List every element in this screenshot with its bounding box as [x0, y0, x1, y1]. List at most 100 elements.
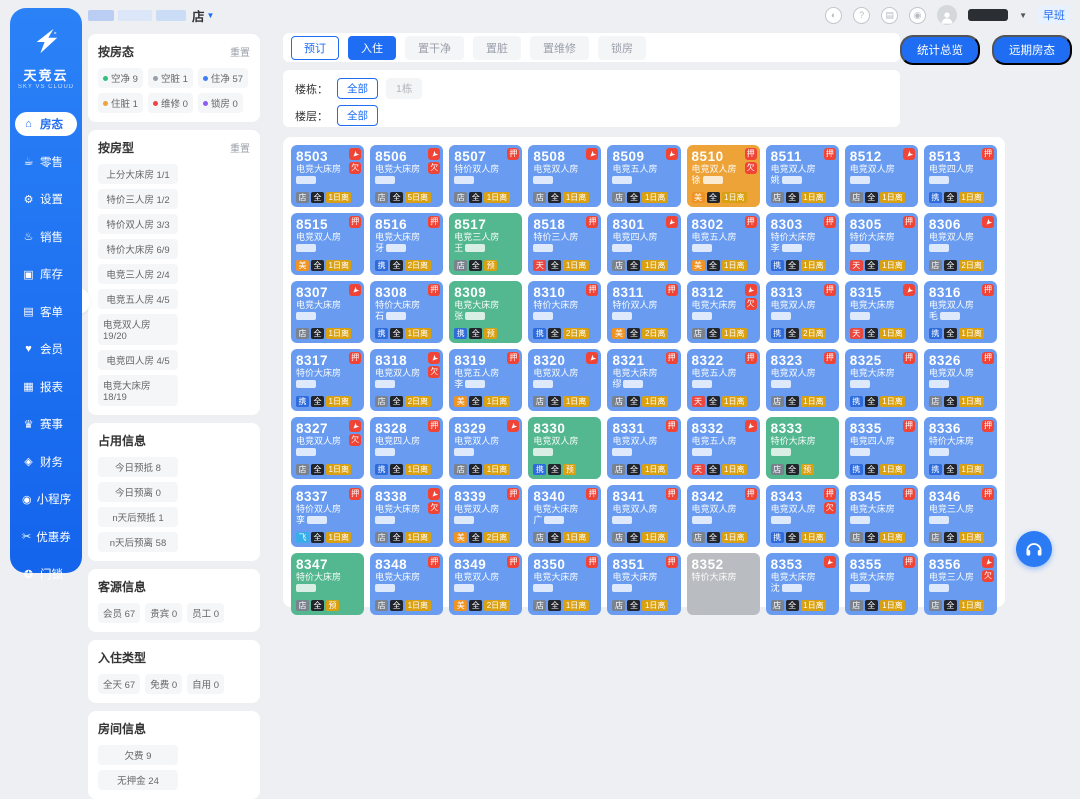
user-caret-icon[interactable]: ▼ — [1019, 11, 1027, 20]
room-card-8337[interactable]: 8337特价双人房孪押飞全1日离 — [291, 485, 364, 547]
room-card-8342[interactable]: 8342电竞双人房押店全1日离 — [687, 485, 760, 547]
room-card-8323[interactable]: 8323电竞双人房押店全1日离 — [766, 349, 839, 411]
room-card-8322[interactable]: 8322电竞五人房押天全1日离 — [687, 349, 760, 411]
room-card-8309[interactable]: 8309电竞大床房张携全预 — [449, 281, 522, 343]
room-card-8312[interactable]: 8312电竞大床房➤欠店全1日离 — [687, 281, 760, 343]
room-card-8316[interactable]: 8316电竞双人房毛押携全1日离 — [924, 281, 997, 343]
sidebar-item-赛事[interactable]: ♛赛事 — [15, 412, 77, 436]
room-card-8313[interactable]: 8313电竞双人房押携全2日离 — [766, 281, 839, 343]
sidebar-item-门锁[interactable]: ✪门锁 — [15, 562, 77, 586]
room-card-8320[interactable]: 8320电竞双人房➤店全1日离 — [528, 349, 601, 411]
room-card-8306[interactable]: 8306电竞双人房➤店全2日离 — [924, 213, 997, 275]
room-card-8352[interactable]: 8352特价大床房 — [687, 553, 760, 615]
room-card-8513[interactable]: 8513电竞四人房押携全1日离 — [924, 145, 997, 207]
filter-tag[interactable]: 无押金 24 — [98, 770, 178, 790]
filter-tag[interactable]: 住脏 1 — [98, 93, 143, 113]
room-card-8301[interactable]: 8301电竞四人房➤店全1日离 — [607, 213, 680, 275]
filter-tag[interactable]: 电竞双人房 19/20 — [98, 314, 178, 345]
room-card-8331[interactable]: 8331电竞双人房押店全1日离 — [607, 417, 680, 479]
统计总览-button[interactable]: 统计总览 — [900, 35, 980, 65]
store-selector[interactable]: 店 — [192, 6, 205, 25]
filter-tag[interactable]: 特价双人房 3/3 — [98, 214, 178, 234]
sidebar-item-销售[interactable]: ♨销售 — [15, 225, 77, 249]
room-card-8348[interactable]: 8348电竞大床房押店全1日离 — [370, 553, 443, 615]
avatar[interactable] — [937, 5, 957, 25]
reset-link[interactable]: 重置 — [230, 44, 250, 59]
filter-tag[interactable]: 电竞三人房 2/4 — [98, 264, 178, 284]
room-card-8333[interactable]: 8333特价大床房店全预 — [766, 417, 839, 479]
building-chip-1栋[interactable]: 1栋 — [386, 78, 422, 99]
room-card-8512[interactable]: 8512电竞双人房➤店全1日离 — [845, 145, 918, 207]
sidebar-item-报表[interactable]: ▦报表 — [15, 375, 77, 399]
room-card-8346[interactable]: 8346电竞三人房押店全1日离 — [924, 485, 997, 547]
room-card-8515[interactable]: 8515电竞双人房押美全1日离 — [291, 213, 364, 275]
sidebar-item-零售[interactable]: ☕零售 — [15, 150, 77, 174]
room-card-8353[interactable]: 8353电竞大床房沈➤店全1日离 — [766, 553, 839, 615]
入住-button[interactable]: 入住 — [348, 36, 396, 60]
room-card-8340[interactable]: 8340电竞大床房广押店全1日离 — [528, 485, 601, 547]
username-redacted[interactable] — [968, 9, 1008, 21]
filter-tag[interactable]: 全天 67 — [98, 674, 140, 694]
room-card-8330[interactable]: 8330电竞双人房携全预 — [528, 417, 601, 479]
room-card-8335[interactable]: 8335电竞四人房押携全1日离 — [845, 417, 918, 479]
room-card-8307[interactable]: 8307电竞大床房➤店全1日离 — [291, 281, 364, 343]
置维修-button[interactable]: 置维修 — [530, 36, 589, 60]
room-card-8310[interactable]: 8310特价大床房押携全2日离 — [528, 281, 601, 343]
room-card-8321[interactable]: 8321电竞大床房缪押店全1日离 — [607, 349, 680, 411]
room-card-8351[interactable]: 8351电竞大床房押店全1日离 — [607, 553, 680, 615]
room-card-8315[interactable]: 8315电竞大床房➤天全1日离 — [845, 281, 918, 343]
filter-tag[interactable]: 会员 67 — [98, 603, 140, 623]
filter-tag[interactable]: 自用 0 — [187, 674, 224, 694]
room-card-8308[interactable]: 8308特价大床房石押携全1日离 — [370, 281, 443, 343]
store-caret-icon[interactable]: ▼ — [207, 11, 215, 20]
room-card-8509[interactable]: 8509电竞五人房➤店全1日离 — [607, 145, 680, 207]
置干净-button[interactable]: 置干净 — [405, 36, 464, 60]
room-card-8332[interactable]: 8332电竞五人房➤天全1日离 — [687, 417, 760, 479]
filter-tag[interactable]: 电竞五人房 4/5 — [98, 289, 178, 309]
filter-tag[interactable]: 空净 9 — [98, 68, 143, 88]
sidebar-item-财务[interactable]: ◈财务 — [15, 450, 77, 474]
miniprogram-icon[interactable]: ◉ — [909, 7, 926, 24]
sidebar-item-房态[interactable]: ⌂房态 — [15, 112, 77, 136]
预订-button[interactable]: 预订 — [291, 36, 339, 60]
floor-chip-全部[interactable]: 全部 — [337, 105, 378, 126]
room-card-8325[interactable]: 8325电竞大床房押携全1日离 — [845, 349, 918, 411]
filter-tag[interactable]: 空脏 1 — [148, 68, 193, 88]
filter-tag[interactable]: 电竞大床房 18/19 — [98, 375, 178, 406]
sidebar-item-客单[interactable]: ▤客单 — [15, 300, 77, 324]
room-card-8349[interactable]: 8349电竞双人房押美全2日离 — [449, 553, 522, 615]
notes-icon[interactable]: ◐ — [825, 7, 842, 24]
room-card-8510[interactable]: 8510电竞双人房徐押欠美全1日离 — [687, 145, 760, 207]
room-card-8345[interactable]: 8345电竞大床房押店全1日离 — [845, 485, 918, 547]
room-card-8302[interactable]: 8302电竞五人房押美全1日离 — [687, 213, 760, 275]
filter-tag[interactable]: 贵宾 0 — [145, 603, 182, 623]
room-card-8341[interactable]: 8341电竞双人房押店全1日离 — [607, 485, 680, 547]
room-card-8511[interactable]: 8511电竞双人房姚押店全1日离 — [766, 145, 839, 207]
置脏-button[interactable]: 置脏 — [473, 36, 521, 60]
room-card-8343[interactable]: 8343电竞双人房押欠携全1日离 — [766, 485, 839, 547]
filter-tag[interactable]: 特价大床房 6/9 — [98, 239, 178, 259]
filter-tag[interactable]: 特价三人房 1/2 — [98, 189, 178, 209]
room-card-8303[interactable]: 8303特价大床房李押携全1日离 — [766, 213, 839, 275]
filter-tag[interactable]: 欠费 9 — [98, 745, 178, 765]
room-card-8317[interactable]: 8317特价大床房押携全1日离 — [291, 349, 364, 411]
filter-tag[interactable]: 免费 0 — [145, 674, 182, 694]
help-icon[interactable]: ? — [853, 7, 870, 24]
room-card-8356[interactable]: 8356电竞三人房➤欠店全1日离 — [924, 553, 997, 615]
building-chip-全部[interactable]: 全部 — [337, 78, 378, 99]
room-card-8503[interactable]: 8503电竞大床房➤欠店全1日离 — [291, 145, 364, 207]
room-card-8506[interactable]: 8506电竞大床房➤欠店全5日离 — [370, 145, 443, 207]
远期房态-button[interactable]: 远期房态 — [992, 35, 1072, 65]
filter-tag[interactable]: 锁房 0 — [198, 93, 243, 113]
sidebar-item-小程序[interactable]: ◉小程序 — [15, 487, 77, 511]
room-card-8508[interactable]: 8508电竞双人房➤店全1日离 — [528, 145, 601, 207]
room-card-8518[interactable]: 8518特价三人房押天全1日离 — [528, 213, 601, 275]
room-card-8355[interactable]: 8355电竞大床房押店全1日离 — [845, 553, 918, 615]
document-icon[interactable]: ▤ — [881, 7, 898, 24]
room-card-8350[interactable]: 8350电竞大床房押店全1日离 — [528, 553, 601, 615]
filter-tag[interactable]: n天后预抵 1 — [98, 507, 178, 527]
room-card-8305[interactable]: 8305特价大床房押天全1日离 — [845, 213, 918, 275]
filter-tag[interactable]: 上分大床房 1/1 — [98, 164, 178, 184]
room-card-8329[interactable]: 8329电竞双人房➤店全1日离 — [449, 417, 522, 479]
filter-tag[interactable]: 员工 0 — [187, 603, 224, 623]
